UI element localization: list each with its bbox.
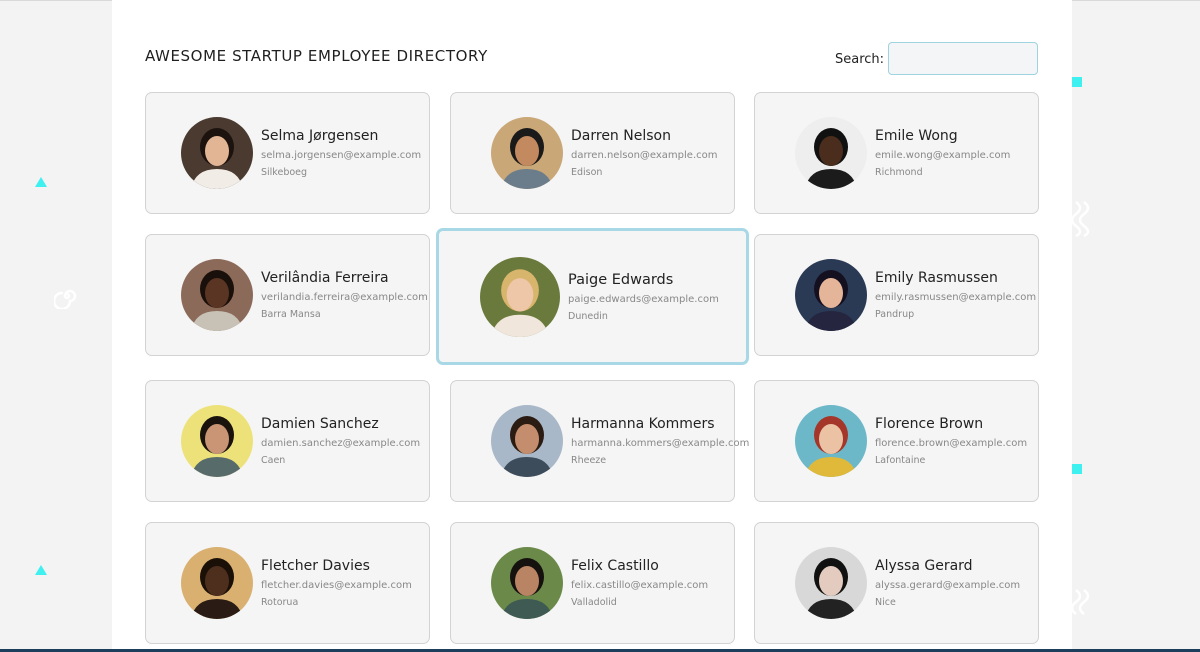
triangle-decoration (35, 565, 47, 575)
employee-email: emily.rasmussen@example.com (875, 292, 1037, 303)
avatar (181, 259, 253, 331)
employee-email: verilandia.ferreira@example.com (261, 292, 428, 303)
employee-card[interactable]: Emily Rasmussen emily.rasmussen@example.c… (754, 234, 1039, 356)
employee-card[interactable]: Alyssa Gerard alyssa.gerard@example.com Ni… (754, 522, 1039, 644)
employee-city: Rotorua (261, 597, 299, 608)
employee-email: fletcher.davies@example.com (261, 580, 412, 591)
employee-info: Alyssa Gerard alyssa.gerard@example.com Ni… (875, 558, 1020, 608)
employee-info: Emile Wong emile.wong@example.com Richmond (875, 128, 1010, 178)
directory-panel: AWESOME STARTUP EMPLOYEE DIRECTORY Searc… (112, 0, 1072, 649)
avatar (181, 117, 253, 189)
employee-city: Barra Mansa (261, 309, 321, 320)
spiral-decoration (54, 289, 77, 309)
employee-card[interactable]: Felix Castillo felix.castillo@example.com… (450, 522, 735, 644)
employee-card[interactable]: Darren Nelson darren.nelson@example.com Ed… (450, 92, 735, 214)
avatar (491, 117, 563, 189)
employee-city: Pandrup (875, 309, 915, 320)
employee-email: emile.wong@example.com (875, 150, 1011, 161)
employee-card[interactable]: Harmanna Kommers harmanna.kommers@example… (450, 380, 749, 502)
employee-email: felix.castillo@example.com (571, 580, 709, 591)
employee-city: Nice (875, 597, 896, 608)
employee-name: Fletcher Davies (261, 558, 370, 574)
triangle-decoration (35, 177, 47, 187)
employee-city: Valladolid (571, 597, 617, 608)
employee-city: Richmond (875, 167, 923, 178)
employee-name: Darren Nelson (571, 128, 671, 144)
employee-card[interactable]: Florence Brown florence.brown@example.com… (754, 380, 1039, 502)
avatar (795, 547, 867, 619)
employee-email: darren.nelson@example.com (571, 150, 718, 161)
employee-name: Damien Sanchez (261, 416, 379, 432)
avatar (795, 259, 867, 331)
employee-name: Alyssa Gerard (875, 558, 973, 574)
avatar (795, 117, 867, 189)
avatar (491, 405, 563, 477)
employee-card[interactable]: Emile Wong emile.wong@example.com Richmond (754, 92, 1039, 214)
employee-info: Florence Brown florence.brown@example.com… (875, 416, 1027, 466)
employee-name: Selma Jørgensen (261, 128, 379, 144)
employee-card[interactable]: Paige Edwards paige.edwards@example.com Du… (436, 228, 749, 365)
employee-info: Harmanna Kommers harmanna.kommers@example… (571, 416, 749, 466)
employee-city: Caen (261, 455, 286, 466)
employee-email: florence.brown@example.com (875, 438, 1028, 449)
employee-card[interactable]: Selma Jørgensen selma.jorgensen@example.c… (145, 92, 430, 214)
square-decoration (1072, 464, 1082, 474)
employee-name: Emile Wong (875, 128, 958, 144)
employee-city: Edison (571, 167, 603, 178)
employee-email: harmanna.kommers@example.com (571, 438, 750, 449)
employee-card[interactable]: Damien Sanchez damien.sanchez@example.com… (145, 380, 430, 502)
page-title: AWESOME STARTUP EMPLOYEE DIRECTORY (145, 47, 488, 65)
employee-city: Lafontaine (875, 455, 926, 466)
search-label: Search: (835, 52, 885, 67)
search-input[interactable] (888, 42, 1038, 75)
employee-name: Harmanna Kommers (571, 416, 715, 432)
employee-city: Dunedin (568, 310, 608, 322)
employee-name: Verilândia Ferreira (261, 270, 389, 286)
avatar (181, 547, 253, 619)
employee-email: alyssa.gerard@example.com (875, 580, 1021, 591)
avatar (181, 405, 253, 477)
employee-name: Emily Rasmussen (875, 270, 998, 286)
employee-card[interactable]: Verilândia Ferreira verilandia.ferreira@e… (145, 234, 430, 356)
employee-info: Verilândia Ferreira verilandia.ferreira@e… (261, 270, 428, 320)
employee-info: Emily Rasmussen emily.rasmussen@example.c… (875, 270, 1036, 320)
squiggle-decoration (1070, 589, 1090, 615)
employee-info: Felix Castillo felix.castillo@example.com… (571, 558, 708, 608)
squiggle-decoration (1070, 201, 1090, 238)
employee-name: Felix Castillo (571, 558, 659, 574)
employee-name: Florence Brown (875, 416, 984, 432)
employee-info: Fletcher Davies fletcher.davies@example.c… (261, 558, 412, 608)
employee-email: paige.edwards@example.com (568, 293, 719, 305)
square-decoration (1072, 77, 1082, 87)
employee-info: Paige Edwards paige.edwards@example.com Du… (568, 272, 719, 322)
employee-email: damien.sanchez@example.com (261, 438, 421, 449)
avatar (795, 405, 867, 477)
employee-card[interactable]: Fletcher Davies fletcher.davies@example.c… (145, 522, 430, 644)
avatar (480, 256, 560, 337)
employee-city: Silkeboeg (261, 167, 308, 178)
employee-info: Damien Sanchez damien.sanchez@example.com… (261, 416, 420, 466)
employee-email: selma.jorgensen@example.com (261, 150, 422, 161)
employee-name: Paige Edwards (568, 271, 674, 288)
employee-info: Darren Nelson darren.nelson@example.com Ed… (571, 128, 717, 178)
avatar (491, 547, 563, 619)
employee-info: Selma Jørgensen selma.jorgensen@example.c… (261, 128, 421, 178)
employee-city: Rheeze (571, 455, 607, 466)
